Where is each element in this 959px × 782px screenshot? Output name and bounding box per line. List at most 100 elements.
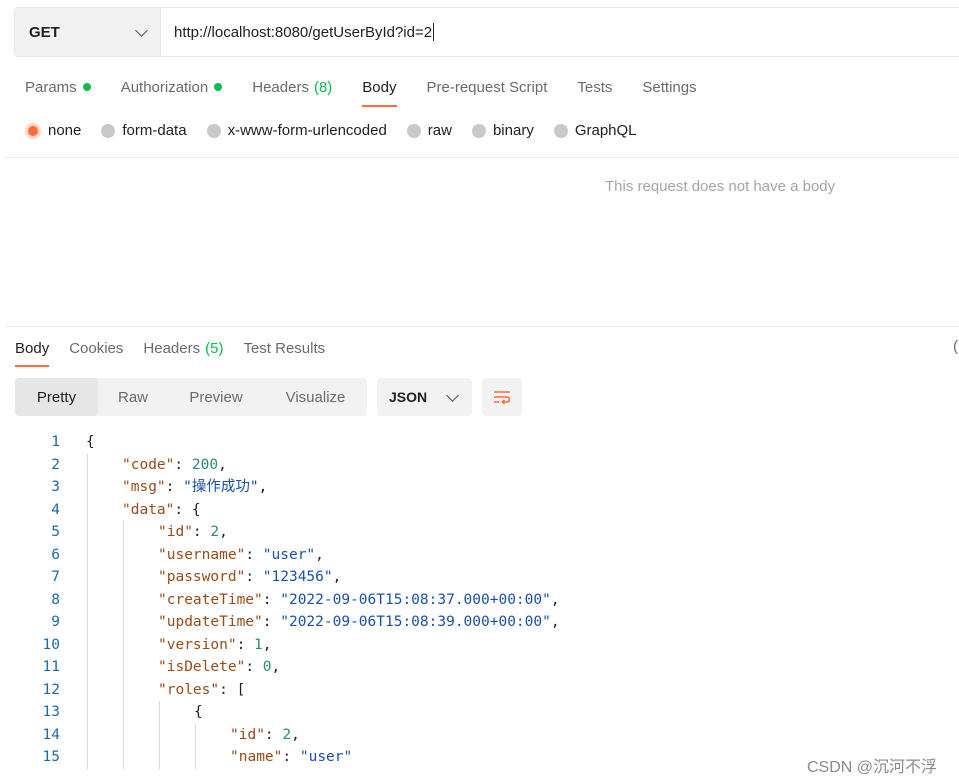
tab-pre-request-script[interactable]: Pre-request Script bbox=[427, 75, 548, 99]
code-token-str: "操作成功" bbox=[183, 479, 259, 495]
code-token-pun: : bbox=[174, 456, 192, 473]
divider bbox=[5, 157, 959, 158]
code-token-pun: , bbox=[271, 659, 281, 675]
radio-none[interactable]: none bbox=[25, 122, 81, 139]
code-token-pun: , bbox=[550, 614, 560, 630]
code-token-pun: : bbox=[245, 659, 263, 675]
format-label: JSON bbox=[389, 389, 428, 405]
status-dot-icon bbox=[82, 83, 91, 91]
tab-headers[interactable]: Headers (8) bbox=[252, 75, 332, 99]
code-token-key: "code" bbox=[122, 456, 175, 473]
response-tab-body[interactable]: Body bbox=[15, 337, 50, 367]
view-mode-pretty[interactable]: Pretty bbox=[15, 378, 98, 416]
watermark: CSDN @沉河不浮 bbox=[807, 759, 938, 776]
code-token-key: "version" bbox=[158, 636, 237, 653]
code-token-key: "id" bbox=[158, 524, 193, 540]
radio-graphql[interactable]: GraphQL bbox=[553, 122, 637, 139]
tab-label: Pre-request Script bbox=[426, 78, 548, 96]
radio-binary[interactable]: binary bbox=[471, 122, 534, 139]
radio-label: GraphQL bbox=[574, 122, 637, 139]
response-body-code[interactable]: 1{2 "code": 200, 3 "msg": "操作成功", 4 "data": {… bbox=[0, 431, 959, 771]
indent-guide bbox=[87, 453, 88, 769]
indent-guide bbox=[159, 701, 160, 769]
code-token-pun: : bbox=[262, 591, 281, 608]
code-line: 1{ bbox=[0, 431, 959, 454]
code-line: 14 "id": 2, bbox=[0, 724, 959, 747]
tab-settings[interactable]: Settings bbox=[642, 75, 696, 99]
url-text: http://localhost:8080/getUserById?id=2 bbox=[174, 23, 433, 41]
radio-form-data[interactable]: form-data bbox=[101, 122, 187, 139]
radio-circle-icon bbox=[101, 123, 116, 138]
code-token-key: "password" bbox=[158, 569, 246, 585]
code-line: 10 "version": 1, bbox=[0, 634, 959, 657]
method-select[interactable]: GET bbox=[15, 8, 161, 56]
body-type-radios: none form-data x-www-form-urlencoded raw bin… bbox=[25, 122, 657, 139]
url-input[interactable]: http://localhost:8080/getUserById?id=2 bbox=[161, 8, 959, 56]
line-number: 11 bbox=[42, 659, 60, 675]
method-label: GET bbox=[29, 23, 60, 41]
code-token-pun: : bbox=[236, 636, 255, 653]
code-token-pun: : bbox=[282, 749, 300, 765]
radio-x-www-form-urlencoded[interactable]: x-www-form-urlencoded bbox=[206, 122, 387, 139]
code-token-pun: { bbox=[194, 704, 203, 720]
response-tab-cookies[interactable]: Cookies bbox=[69, 337, 123, 359]
code-token-key: "createTime" bbox=[158, 591, 263, 608]
radio-circle-icon bbox=[471, 123, 486, 138]
view-mode-preview[interactable]: Preview bbox=[168, 378, 264, 416]
code-token-pun: , bbox=[219, 524, 228, 540]
wrap-lines-button[interactable] bbox=[482, 378, 522, 416]
tab-label: Authorization bbox=[120, 78, 209, 96]
line-number: 9 bbox=[51, 614, 60, 630]
response-tab-headers[interactable]: Headers (5) bbox=[143, 337, 223, 359]
code-token-pun: : bbox=[245, 546, 263, 563]
indent-guide bbox=[123, 521, 124, 769]
tab-label: Body bbox=[362, 78, 397, 96]
code-token-pun: : bbox=[262, 614, 281, 630]
view-mode-segment: Pretty Raw Preview Visualize bbox=[15, 378, 367, 416]
tab-count: (8) bbox=[313, 78, 333, 96]
code-token-pun: , bbox=[291, 726, 300, 743]
code-token-key: "roles" bbox=[158, 681, 220, 698]
text-caret bbox=[433, 23, 435, 41]
tab-body[interactable]: Body bbox=[362, 75, 397, 107]
view-mode-visualize[interactable]: Visualize bbox=[264, 378, 367, 416]
view-mode-raw[interactable]: Raw bbox=[98, 378, 168, 416]
code-token-num: 2 bbox=[282, 726, 292, 743]
code-line: 11 "isDelete": 0, bbox=[0, 656, 959, 679]
code-text: "code": 200, bbox=[122, 454, 227, 477]
code-text: "id": 2, bbox=[158, 521, 228, 544]
code-token-pun: { bbox=[86, 434, 95, 450]
radio-label: binary bbox=[492, 122, 534, 139]
chevron-down-icon bbox=[135, 23, 148, 37]
code-line: 4 "data": { bbox=[0, 499, 959, 522]
format-select[interactable]: JSON bbox=[377, 378, 472, 416]
code-text: "version": 1, bbox=[158, 634, 272, 657]
line-number: 12 bbox=[42, 681, 60, 698]
tab-tests[interactable]: Tests bbox=[577, 75, 612, 99]
radio-label: form-data bbox=[122, 122, 187, 139]
radio-label: raw bbox=[427, 122, 452, 139]
radio-circle-icon bbox=[25, 122, 41, 139]
tab-label: Headers bbox=[252, 78, 309, 96]
code-token-key: "username" bbox=[158, 546, 246, 563]
line-number: 5 bbox=[51, 524, 60, 540]
code-line: 2 "code": 200, bbox=[0, 454, 959, 477]
tab-label: Headers bbox=[143, 339, 201, 357]
code-token-pun: : bbox=[264, 726, 283, 743]
tab-params[interactable]: Params bbox=[25, 75, 91, 99]
code-text: { bbox=[194, 701, 203, 724]
radio-raw[interactable]: raw bbox=[406, 122, 452, 139]
code-line: 3 "msg": "操作成功", bbox=[0, 476, 959, 499]
response-tab-test-results[interactable]: Test Results bbox=[243, 337, 325, 359]
code-token-str: "user" bbox=[299, 749, 353, 765]
code-token-pun: , bbox=[262, 636, 272, 653]
radio-circle-icon bbox=[553, 123, 568, 138]
code-text: "username": "user", bbox=[158, 544, 324, 567]
code-text: "createTime": "2022-09-06T15:08:37.000+0… bbox=[158, 589, 560, 612]
tab-authorization[interactable]: Authorization bbox=[121, 75, 223, 99]
tab-label: Tests bbox=[577, 78, 613, 96]
code-line: 12 "roles": [ bbox=[0, 679, 959, 702]
code-token-str: "123456" bbox=[262, 569, 333, 585]
code-token-pun: : { bbox=[174, 501, 201, 518]
code-token-str: "user" bbox=[262, 546, 316, 563]
